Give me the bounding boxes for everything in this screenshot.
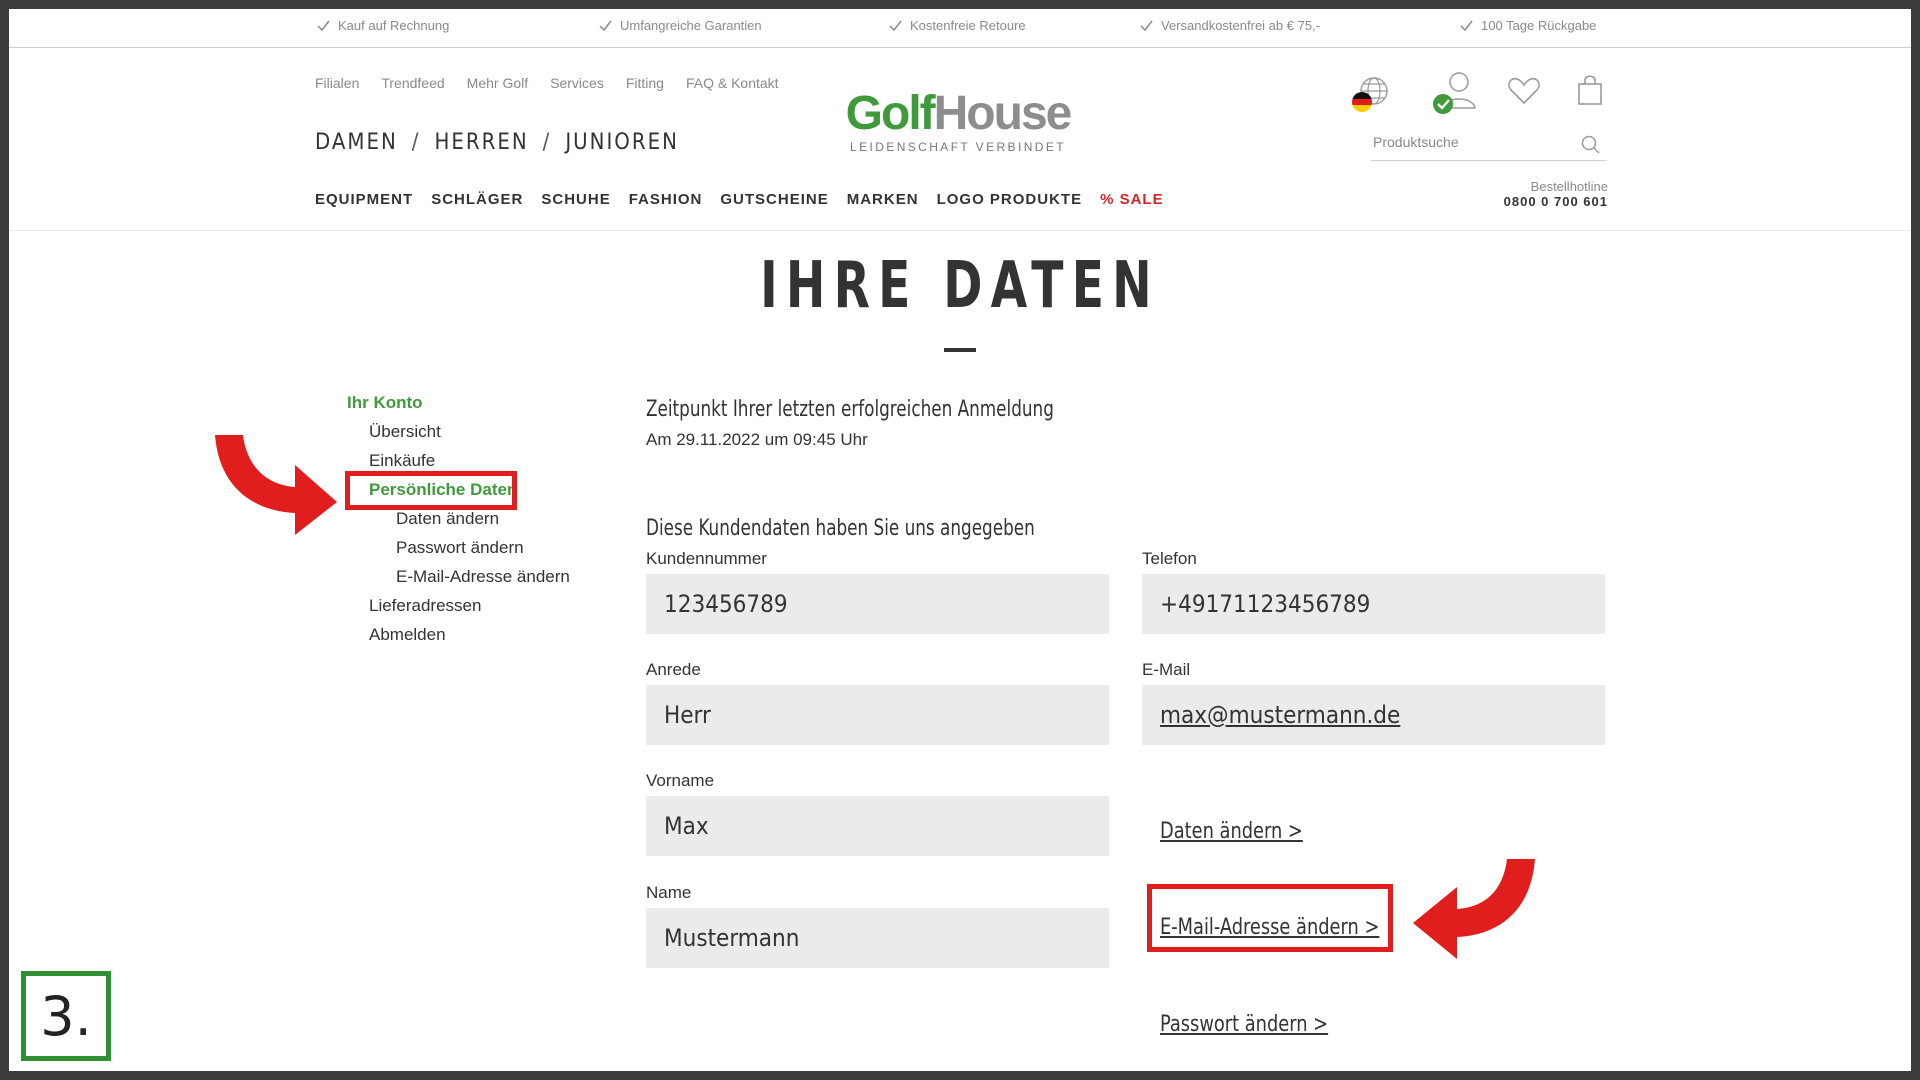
util-link-services[interactable]: Services — [550, 75, 604, 91]
logo-tagline: LEIDENSCHAFT VERBINDET — [850, 140, 1066, 154]
benefit-item: Kauf auf Rechnung — [317, 18, 449, 33]
search-icon[interactable] — [1581, 135, 1601, 155]
check-icon — [889, 20, 902, 31]
anrede-input[interactable] — [646, 685, 1109, 745]
screenshot-frame: Kauf auf Rechnung Umfangreiche Garantien… — [9, 9, 1911, 1071]
german-flag-icon — [1352, 92, 1372, 112]
email-input[interactable] — [1142, 685, 1605, 745]
cat-link-logo-produkte[interactable]: LOGO PRODUKTE — [937, 191, 1083, 208]
heart-icon[interactable] — [1507, 76, 1541, 111]
cat-link-sale[interactable]: % SALE — [1100, 191, 1164, 208]
annotation-arrow-icon — [1413, 859, 1535, 959]
last-login-value: Am 29.11.2022 um 09:45 Uhr — [646, 430, 868, 449]
gender-separator: / — [542, 130, 552, 155]
sidebar-heading[interactable]: Ihr Konto — [347, 393, 423, 413]
kundennummer-field — [646, 574, 1109, 634]
search-bar — [1371, 128, 1607, 161]
check-icon — [599, 20, 612, 31]
check-icon — [1460, 20, 1473, 31]
util-link-faq-kontakt[interactable]: FAQ & Kontakt — [686, 75, 779, 91]
telefon-label: Telefon — [1142, 549, 1197, 568]
cat-link-fashion[interactable]: FASHION — [629, 191, 703, 208]
title-divider — [944, 348, 976, 352]
cat-link-schuhe[interactable]: SCHUHE — [541, 191, 610, 208]
annotation-highlight-box — [1147, 884, 1393, 952]
logo-word-house: House — [933, 87, 1073, 140]
change-password-link[interactable]: Passwort ändern > — [1160, 1012, 1328, 1037]
cat-link-equipment[interactable]: EQUIPMENT — [315, 191, 413, 208]
email-label: E-Mail — [1142, 660, 1191, 679]
annotation-highlight-box — [345, 471, 517, 510]
hotline-label: Bestellhotline — [1530, 179, 1608, 194]
util-link-trendfeed[interactable]: Trendfeed — [381, 75, 444, 91]
cat-link-marken[interactable]: MARKEN — [847, 191, 919, 208]
site-header: Filialen Trendfeed Mehr Golf Services Fi… — [9, 48, 1911, 231]
customer-data-heading: Diese Kundendaten haben Sie uns angegebe… — [646, 516, 1035, 541]
benefit-label: Versandkostenfrei ab € 75,- — [1161, 18, 1320, 33]
anrede-label: Anrede — [646, 660, 701, 679]
cat-link-gutscheine[interactable]: GUTSCHEINE — [720, 191, 828, 208]
check-icon — [317, 20, 330, 31]
sidebar-item-overview[interactable]: Übersicht — [369, 422, 441, 442]
sidebar-item-logout[interactable]: Abmelden — [369, 625, 446, 645]
sidebar-item-change-email[interactable]: E-Mail-Adresse ändern — [396, 567, 570, 587]
util-link-mehr-golf[interactable]: Mehr Golf — [467, 75, 528, 91]
benefit-item: Versandkostenfrei ab € 75,- — [1140, 18, 1320, 33]
email-field — [1142, 685, 1605, 745]
header-icons — [1339, 70, 1602, 130]
benefit-item: Kostenfreie Retoure — [889, 18, 1026, 33]
vorname-field — [646, 796, 1109, 856]
logged-in-check-icon — [1433, 94, 1453, 114]
user-icon[interactable] — [1429, 70, 1479, 123]
annotation-arrow-icon — [215, 435, 337, 535]
benefit-label: 100 Tage Rückgabe — [1481, 18, 1597, 33]
check-icon — [1140, 20, 1153, 31]
cat-link-schlaeger[interactable]: SCHLÄGER — [431, 191, 523, 208]
gender-link-herren[interactable]: HERREN — [434, 130, 528, 155]
kundennummer-label: Kundennummer — [646, 549, 767, 568]
globe-icon[interactable] — [1349, 74, 1393, 123]
benefit-label: Kostenfreie Retoure — [910, 18, 1026, 33]
logo-word-golf: Golf — [845, 87, 936, 140]
gender-nav: DAMEN / HERREN / JUNIOREN — [315, 130, 679, 155]
category-nav: EQUIPMENT SCHLÄGER SCHUHE FASHION GUTSCH… — [315, 191, 1164, 208]
hotline-number[interactable]: 0800 0 700 601 — [1504, 194, 1608, 210]
sidebar-item-change-data[interactable]: Daten ändern — [396, 509, 499, 529]
benefit-item: Umfangreiche Garantien — [599, 18, 762, 33]
name-label: Name — [646, 883, 692, 902]
util-link-filialen[interactable]: Filialen — [315, 75, 359, 91]
last-login-heading: Zeitpunkt Ihrer letzten erfolgreichen An… — [646, 397, 1054, 422]
name-field — [646, 908, 1109, 968]
golfhouse-logo[interactable]: GolfHouse LEIDENSCHAFT VERBINDET — [843, 87, 1073, 155]
change-data-link[interactable]: Daten ändern > — [1160, 819, 1303, 844]
gender-link-junioren[interactable]: JUNIOREN — [565, 130, 679, 155]
search-input[interactable] — [1371, 128, 1573, 150]
page-title: IHRE DATEN — [760, 249, 1160, 323]
benefit-item: 100 Tage Rückgabe — [1460, 18, 1596, 33]
step-number-badge: 3. — [21, 971, 111, 1061]
order-hotline: Bestellhotline 0800 0 700 601 — [1504, 180, 1608, 210]
anrede-field — [646, 685, 1109, 745]
sidebar-item-purchases[interactable]: Einkäufe — [369, 451, 435, 471]
vorname-input[interactable] — [646, 796, 1109, 856]
sidebar-item-change-password[interactable]: Passwort ändern — [396, 538, 524, 558]
sidebar-item-addresses[interactable]: Lieferadressen — [369, 596, 481, 616]
utility-nav: Filialen Trendfeed Mehr Golf Services Fi… — [315, 75, 779, 91]
telefon-input[interactable] — [1142, 574, 1605, 634]
name-input[interactable] — [646, 908, 1109, 968]
benefits-bar: Kauf auf Rechnung Umfangreiche Garantien… — [9, 9, 1911, 48]
telefon-field — [1142, 574, 1605, 634]
gender-link-damen[interactable]: DAMEN — [315, 130, 398, 155]
vorname-label: Vorname — [646, 771, 715, 790]
benefit-label: Umfangreiche Garantien — [620, 18, 762, 33]
benefit-label: Kauf auf Rechnung — [338, 18, 450, 33]
kundennummer-input[interactable] — [646, 574, 1109, 634]
gender-separator: / — [411, 130, 421, 155]
util-link-fitting[interactable]: Fitting — [626, 75, 664, 91]
bag-icon[interactable] — [1577, 74, 1603, 111]
